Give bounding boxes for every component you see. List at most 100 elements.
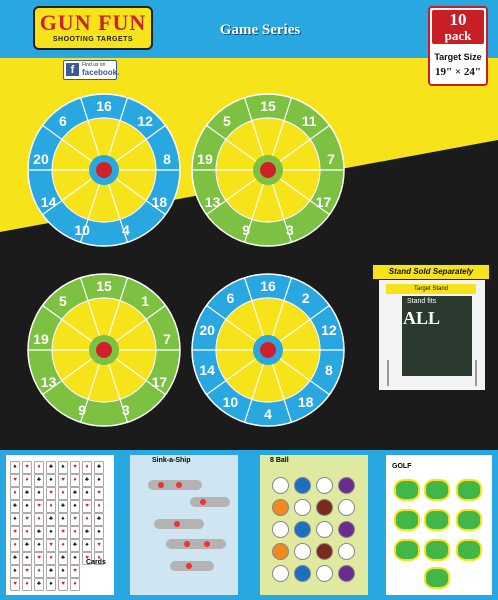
stand-all-text: ALL bbox=[403, 308, 441, 328]
playing-card: ♣ bbox=[10, 552, 20, 565]
score-label: 20 bbox=[33, 151, 49, 167]
playing-card: ♥ bbox=[58, 526, 68, 539]
thumbnail-golf[interactable]: GOLF bbox=[386, 455, 492, 595]
score-label: 12 bbox=[137, 113, 153, 129]
thumbnail-8-ball[interactable]: 8 Ball bbox=[260, 455, 368, 595]
billiard-ball bbox=[338, 543, 355, 560]
score-label: 6 bbox=[226, 290, 234, 306]
playing-card: ♣ bbox=[70, 539, 80, 552]
playing-card: ♠ bbox=[94, 474, 104, 487]
stand-box-header: Target Stand bbox=[386, 284, 476, 294]
score-label: 15 bbox=[96, 278, 112, 294]
golf-green bbox=[456, 539, 482, 561]
playing-card: ♠ bbox=[10, 513, 20, 526]
playing-card: ♠ bbox=[82, 539, 92, 552]
score-label: 17 bbox=[152, 374, 168, 390]
billiard-ball bbox=[294, 543, 311, 560]
thumb-title-8-ball: 8 Ball bbox=[270, 457, 289, 464]
playing-card: ♦ bbox=[10, 539, 20, 552]
score-label: 7 bbox=[163, 331, 171, 347]
thumbnail-cards[interactable]: ♠ ♥ ♦ ♣ ♠ ♥ ♦ ♣ ♥ ♦ ♣ ♠ ♥ ♦ ♣ ♠ ♦ ♣ ♠ ♥ ♦ ♣ ♠ ♥ ♣ ♠ ♥ ♦ ♣ ♠ ♥ ♦ ♠ ♥ ♦ ♣ ♠ ♥ ♦ ♣… bbox=[6, 455, 114, 595]
playing-card: ♦ bbox=[58, 487, 68, 500]
bullseye bbox=[96, 342, 112, 358]
playing-card: ♥ bbox=[34, 552, 44, 565]
playing-card: ♦ bbox=[70, 578, 80, 591]
ship-hit bbox=[184, 541, 190, 547]
dartboard-target[interactable]: 16 12 8 18 4 10 14 20 6 bbox=[27, 93, 181, 247]
golf-green bbox=[424, 509, 450, 531]
playing-card: ♣ bbox=[46, 565, 56, 578]
thumb-title-sink-a-ship: Sink-a-Ship bbox=[152, 457, 191, 464]
playing-card: ♥ bbox=[82, 500, 92, 513]
playing-card: ♠ bbox=[94, 526, 104, 539]
score-label: 9 bbox=[242, 222, 250, 238]
ship-4 bbox=[166, 539, 226, 549]
playing-card: ♦ bbox=[10, 487, 20, 500]
billiard-ball bbox=[294, 521, 311, 538]
score-label: 3 bbox=[122, 402, 130, 418]
score-label: 16 bbox=[96, 98, 112, 114]
playing-card: ♦ bbox=[70, 526, 80, 539]
playing-card: ♥ bbox=[58, 474, 68, 487]
golf-green bbox=[394, 539, 420, 561]
score-label: 3 bbox=[286, 222, 294, 238]
score-label: 14 bbox=[41, 194, 57, 210]
ship-hit bbox=[174, 521, 180, 527]
score-label: 13 bbox=[205, 194, 221, 210]
playing-card: ♥ bbox=[58, 578, 68, 591]
playing-card: ♥ bbox=[70, 513, 80, 526]
score-label: 16 bbox=[260, 278, 276, 294]
product-page: GUN FUN SHOOTING TARGETS f Find us on fa… bbox=[0, 0, 498, 600]
score-label: 11 bbox=[302, 113, 317, 129]
score-label: 6 bbox=[59, 113, 67, 129]
billiard-ball bbox=[294, 565, 311, 582]
score-label: 5 bbox=[223, 113, 231, 129]
playing-card: ♣ bbox=[34, 526, 44, 539]
playing-card: ♥ bbox=[22, 565, 32, 578]
billiard-ball bbox=[294, 477, 311, 494]
playing-card: ♠ bbox=[34, 539, 44, 552]
thumbnail-sink-a-ship[interactable]: Sink-a-Ship bbox=[130, 455, 238, 595]
playing-card: ♣ bbox=[94, 513, 104, 526]
dartboard-target[interactable]: 16 2 12 8 18 4 10 14 20 6 bbox=[191, 273, 345, 427]
ship-2 bbox=[190, 497, 230, 507]
playing-card: ♣ bbox=[70, 487, 80, 500]
playing-card: ♦ bbox=[34, 461, 44, 474]
score-label: 1 bbox=[141, 293, 149, 309]
playing-card: ♥ bbox=[94, 539, 104, 552]
bullseye bbox=[260, 162, 276, 178]
billiard-ball bbox=[294, 499, 311, 516]
ship-hit bbox=[186, 563, 192, 569]
playing-card: ♥ bbox=[34, 500, 44, 513]
playing-card: ♣ bbox=[22, 487, 32, 500]
stand-fits-text: Stand fits bbox=[407, 298, 437, 305]
score-label: 18 bbox=[152, 194, 168, 210]
bullseye bbox=[96, 162, 112, 178]
score-label: 10 bbox=[223, 394, 239, 410]
playing-card: ♥ bbox=[46, 487, 56, 500]
score-label: 19 bbox=[197, 151, 213, 167]
golf-green bbox=[394, 479, 420, 501]
dartboard-target[interactable]: 15 11 7 17 3 9 13 19 5 bbox=[191, 93, 345, 247]
billiard-ball bbox=[316, 499, 333, 516]
playing-card: ♠ bbox=[58, 461, 68, 474]
billiard-ball bbox=[316, 565, 333, 582]
playing-card: ♣ bbox=[34, 578, 44, 591]
billiard-ball bbox=[272, 543, 289, 560]
score-label: 13 bbox=[41, 374, 57, 390]
playing-card: ♠ bbox=[10, 565, 20, 578]
playing-card: ♥ bbox=[94, 487, 104, 500]
golf-green bbox=[424, 567, 450, 589]
billiard-ball bbox=[338, 499, 355, 516]
playing-card: ♣ bbox=[46, 513, 56, 526]
billiard-ball bbox=[338, 477, 355, 494]
score-label: 12 bbox=[321, 322, 337, 338]
dartboard-target[interactable]: 1517173913195 bbox=[27, 273, 181, 427]
score-label: 7 bbox=[327, 151, 335, 167]
ship-3 bbox=[154, 519, 204, 529]
ship-hit bbox=[176, 482, 182, 488]
thumb-title-cards: Cards bbox=[86, 559, 106, 566]
playing-card: ♦ bbox=[22, 526, 32, 539]
playing-card: ♦ bbox=[46, 552, 56, 565]
playing-card: ♥ bbox=[22, 513, 32, 526]
